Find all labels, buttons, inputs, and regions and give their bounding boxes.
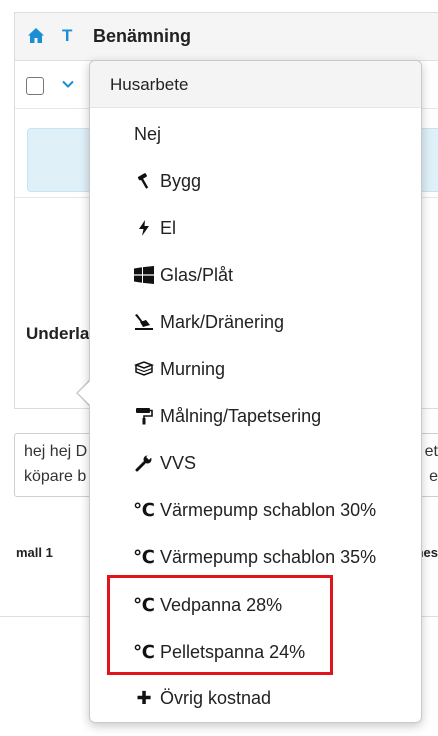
highlight-box (107, 575, 333, 675)
bolt-icon (134, 217, 154, 239)
table-header: T Benämning (15, 13, 438, 61)
celsius-icon: ℃ (133, 546, 155, 567)
menu-item-varmepump-30[interactable]: ℃ Värmepump schablon 30% (90, 487, 421, 533)
menu-item-label: Övrig kostnad (160, 688, 272, 708)
note-line: hej hej D (24, 443, 88, 460)
shovel-icon (134, 311, 154, 333)
type-column-header[interactable]: T (62, 26, 72, 46)
menu-item-varmepump-35[interactable]: ℃ Värmepump schablon 35% (90, 534, 421, 580)
section-label: Underla (26, 324, 90, 343)
menu-item-label: Murning (160, 359, 226, 379)
row-checkbox[interactable] (26, 77, 44, 95)
menu-item-vvs[interactable]: VVS (90, 440, 421, 486)
template-label: mall 1 (16, 545, 53, 560)
name-column-header[interactable]: Benämning (93, 26, 191, 47)
home-icon[interactable] (27, 27, 45, 45)
menu-item-el[interactable]: El (90, 205, 421, 251)
note-line: köpare b (24, 468, 87, 485)
hammer-icon (134, 170, 154, 192)
menu-item-glas-plat[interactable]: Glas/Plåt (90, 252, 421, 298)
note-line-tail: et (424, 443, 438, 460)
menu-item-bygg[interactable]: Bygg (90, 158, 421, 204)
menu-item-label: Värmepump schablon 35% (160, 547, 377, 567)
menu-item-label: Värmepump schablon 30% (160, 500, 377, 520)
menu-item-label: Bygg (160, 171, 202, 191)
windows-icon (134, 264, 154, 286)
menu-item-label: Nej (134, 124, 162, 144)
menu-item-label: Mark/Dränering (160, 312, 285, 332)
menu-item-malning-tapetsering[interactable]: Målning/Tapetsering (90, 393, 421, 439)
menu-header: Husarbete (90, 61, 421, 108)
menu-item-label: Glas/Plåt (160, 265, 234, 285)
menu-item-ovrig-kostnad[interactable]: ✚ Övrig kostnad (90, 675, 421, 721)
menu-item-label: Målning/Tapetsering (160, 406, 322, 426)
plus-icon: ✚ (136, 687, 152, 708)
menu-item-mark-dranering[interactable]: Mark/Dränering (90, 299, 421, 345)
popover-arrow-fill (78, 380, 91, 406)
bricks-icon (134, 358, 154, 380)
chevron-down-icon[interactable] (61, 77, 75, 91)
menu-item-nej[interactable]: Nej (90, 111, 421, 157)
menu-item-murning[interactable]: Murning (90, 346, 421, 392)
menu-item-label: El (160, 218, 177, 238)
celsius-icon: ℃ (133, 499, 155, 520)
menu-item-label: VVS (160, 453, 197, 473)
paint-roller-icon (134, 405, 154, 427)
wrench-icon (134, 452, 154, 474)
note-line-tail: e (429, 468, 438, 485)
menu-title: Husarbete (110, 75, 189, 94)
